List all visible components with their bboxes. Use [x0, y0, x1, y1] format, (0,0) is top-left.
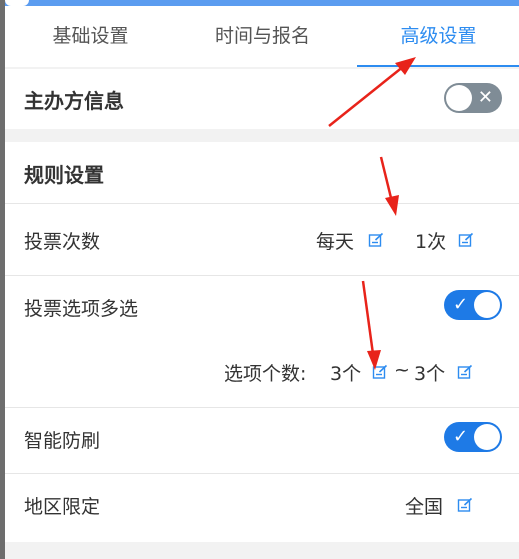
arrow-to-vote-period-edit [379, 156, 399, 216]
arrow-to-option-min-edit [361, 280, 381, 370]
arrow-to-advanced-tab [328, 57, 416, 127]
annotation-arrows [328, 57, 416, 370]
